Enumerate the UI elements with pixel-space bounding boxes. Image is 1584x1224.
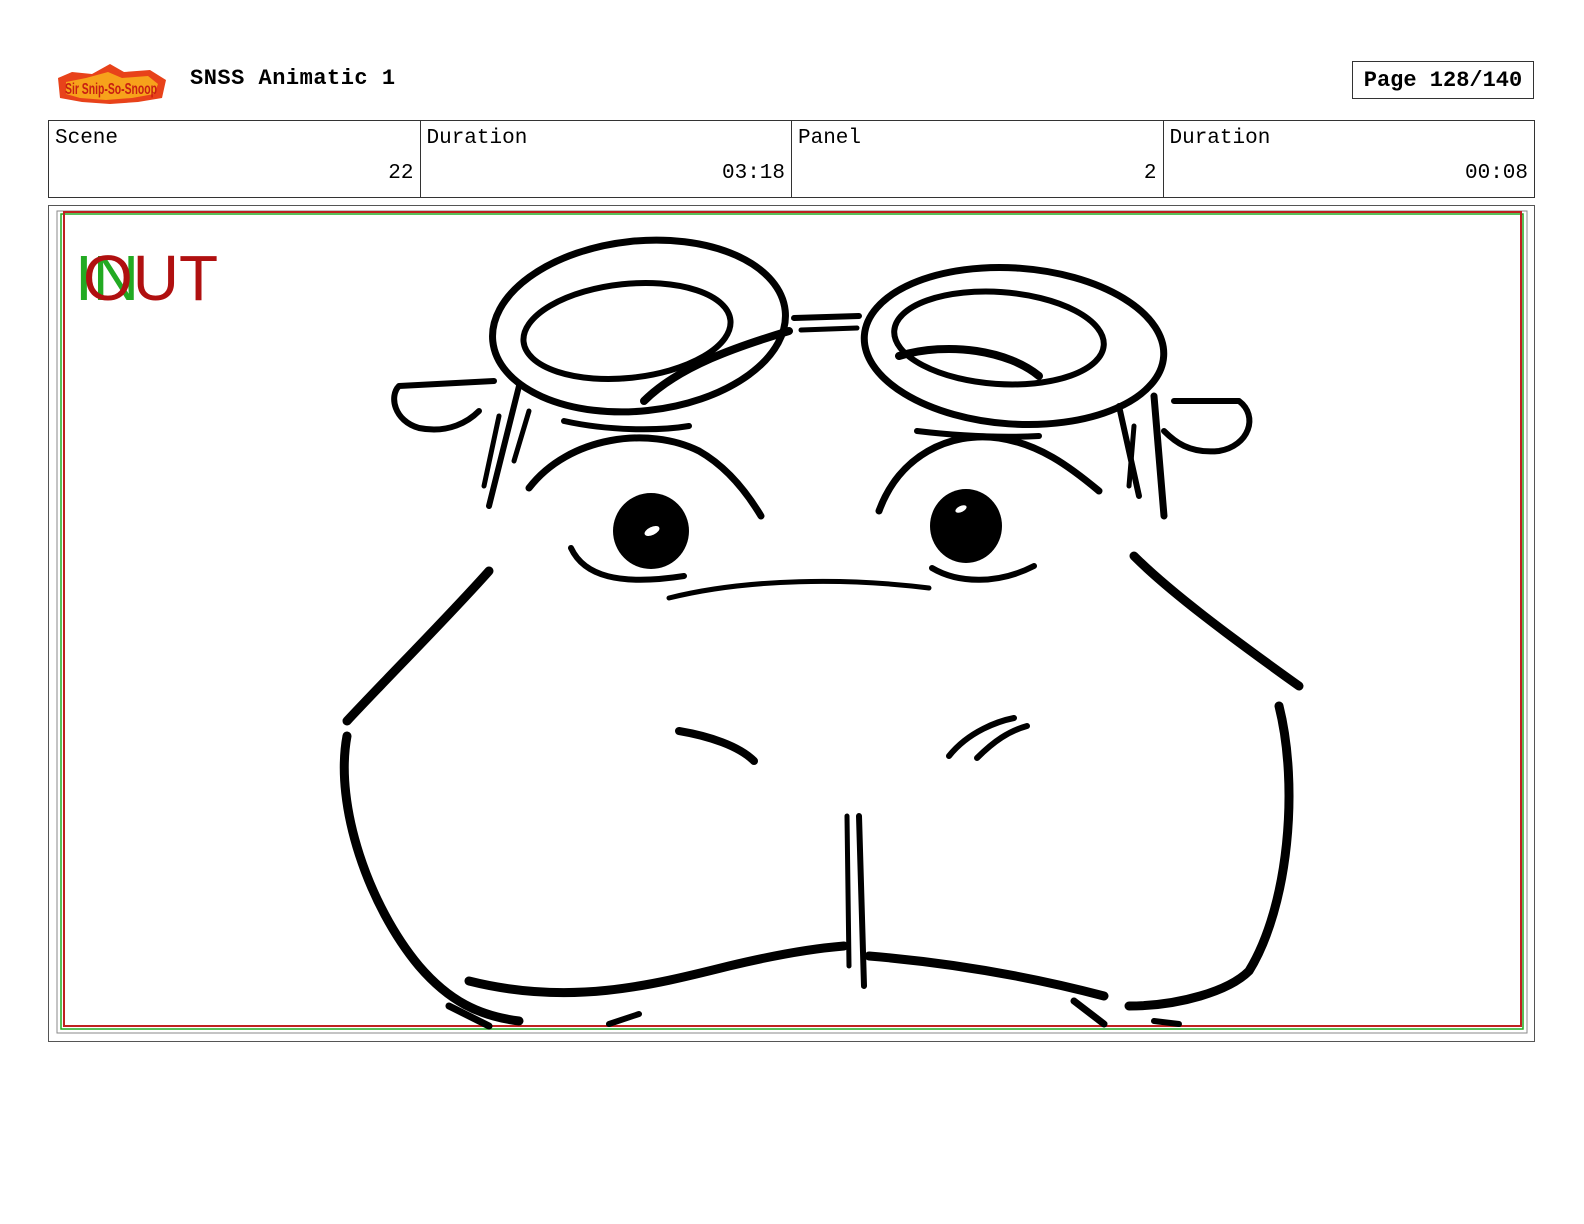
scene-label: Scene	[55, 127, 119, 150]
page-number: Page 128/140	[1352, 61, 1534, 99]
panel-duration-value: 00:08	[1464, 162, 1528, 185]
scene-duration-cell: Duration 03:18	[421, 121, 792, 197]
scene-duration-label: Duration	[426, 127, 528, 150]
logo-text: Sir Snip-So-Snoop	[65, 81, 157, 98]
panel-value: 2	[1143, 162, 1157, 185]
red-safe-frame	[63, 211, 1522, 1027]
panel-duration-label: Duration	[1169, 127, 1271, 150]
logo-image: Sir Snip-So-Snoop	[58, 64, 166, 104]
scene-info-table: Scene 22 Duration 03:18 Panel 2 Duration…	[48, 120, 1535, 198]
panel-label: Panel	[798, 127, 862, 150]
panel-drawing: IN OUT	[56, 210, 1528, 1034]
scene-duration-value: 03:18	[721, 162, 785, 185]
scene-cell: Scene 22	[49, 121, 421, 197]
scene-value: 22	[388, 162, 414, 185]
document-title: SNSS Animatic 1	[190, 66, 396, 91]
outer-frame-guide	[56, 210, 1528, 1034]
character-sketch	[339, 236, 1304, 1030]
panel-duration-cell: Duration 00:08	[1164, 121, 1535, 197]
green-frame-guide	[60, 213, 1524, 1030]
out-marker: OUT	[83, 242, 218, 314]
panel-cell: Panel 2	[792, 121, 1164, 197]
storyboard-panel: IN OUT	[48, 205, 1535, 1042]
